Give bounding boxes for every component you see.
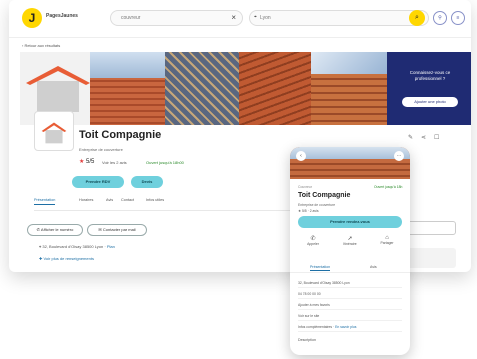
tab-presentation[interactable]: Présentation: [34, 198, 56, 205]
tab-contact[interactable]: Contact: [121, 198, 134, 202]
mobile-tabs: Présentation Avis: [290, 264, 410, 273]
mobile-preview: ‹ ⋯ Couvreur Ouvert jusqu'à 18h Toit Com…: [290, 147, 410, 355]
contact-mail-button[interactable]: ✉ Contacter par mail: [87, 224, 147, 236]
directions-icon: ➚: [347, 236, 353, 242]
mobile-extra-row[interactable]: Infos complémentaires · En savoir plus: [298, 323, 402, 332]
save-icon[interactable]: ☐: [434, 134, 439, 141]
screenshot: J PagesJaunes couvreur × ⌖ Lyon × ⌕ ⚲ ≡ …: [0, 0, 477, 359]
call-label: Appeler: [307, 242, 319, 246]
house-placeholder-icon: [26, 66, 90, 112]
mobile-photo-sky: [290, 147, 410, 159]
tabs-divider: [34, 210, 304, 211]
contact-mail-label: Contacter par mail: [102, 227, 136, 232]
top-bar: J PagesJaunes couvreur × ⌖ Lyon × ⌕ ⚲ ≡: [9, 0, 471, 38]
brand-name[interactable]: PagesJaunes: [46, 13, 78, 19]
mobile-phone-row[interactable]: 04 78 00 00 00: [298, 290, 402, 299]
where-search-input[interactable]: ⌖ Lyon ×: [249, 10, 429, 26]
book-button[interactable]: Prendre RDV: [72, 176, 124, 188]
logo-icon[interactable]: J: [22, 8, 42, 28]
mobile-website-row[interactable]: Voir sur le site: [298, 312, 402, 321]
mobile-back-icon[interactable]: ‹: [296, 151, 306, 161]
mobile-directions-action[interactable]: ➚ Itinéraire: [335, 235, 365, 246]
menu-button[interactable]: ≡: [451, 11, 465, 25]
account-button[interactable]: ⚲: [433, 11, 447, 25]
tab-info[interactable]: Infos utiles: [146, 198, 164, 202]
mobile-favorite-row[interactable]: Ajouter à mes favoris: [298, 301, 402, 310]
clear-what-icon[interactable]: ×: [231, 13, 236, 22]
show-number-button[interactable]: ✆ Afficher le numéro: [27, 224, 83, 236]
mobile-category: Entreprise de couverture: [298, 203, 336, 207]
location-pin-icon: ⌖: [254, 14, 257, 20]
mobile-address-row[interactable]: 32, Boulevard d'Oisay 38500 Lyon: [298, 279, 402, 288]
mobile-call-action[interactable]: ✆ Appeler: [298, 235, 328, 246]
address-line: ⌖ 32, Boulevard d'Oisay 38500 Lyon · Pla…: [39, 244, 115, 249]
quote-button[interactable]: Devis: [131, 176, 163, 188]
tab-reviews[interactable]: Avis: [106, 198, 113, 202]
mobile-share-action[interactable]: ⌂ Partager: [372, 235, 402, 245]
add-photo-button[interactable]: Ajouter une photo: [402, 97, 458, 107]
rating-max: /5: [89, 159, 95, 165]
what-search-input[interactable]: couvreur ×: [110, 10, 243, 26]
services-link[interactable]: Voir plus de renseignements: [43, 256, 93, 261]
mobile-share-icon[interactable]: ⋯: [394, 151, 404, 161]
rating: ★ 5/5: [79, 158, 94, 165]
mobile-rating[interactable]: ★ 5/5 · 2 avis: [298, 209, 319, 213]
business-category: Entreprise de couverture: [79, 147, 123, 152]
mobile-photo[interactable]: [290, 147, 410, 179]
map-link[interactable]: Plan: [107, 244, 115, 249]
opening-status: Ouvert jusqu'à 18h00: [146, 160, 184, 165]
mobile-tab-presentation[interactable]: Présentation: [310, 265, 331, 271]
promo-panel: Connaissez-vous ce professionnel ? Ajout…: [387, 52, 471, 125]
directions-label: Itinéraire: [343, 242, 357, 246]
mobile-open-tag: Ouvert jusqu'à 18h: [374, 185, 403, 189]
share-icon[interactable]: ⋖: [421, 134, 426, 141]
roof-photo-3[interactable]: [239, 52, 311, 125]
back-link[interactable]: ‹ Retour aux résultats: [22, 43, 60, 48]
what-value: couvreur: [121, 15, 141, 21]
star-icon: ★: [79, 159, 87, 165]
roof-photo-2[interactable]: [165, 52, 239, 125]
address-text: 32, Boulevard d'Oisay 38500 Lyon: [42, 244, 104, 249]
business-avatar: [34, 111, 74, 151]
share-action-label: Partager: [380, 241, 394, 245]
roof-photo-4-sky: [311, 52, 387, 74]
mobile-description-heading: Description: [298, 338, 316, 342]
business-name: Toit Compagnie: [79, 129, 162, 141]
desktop-tabs: Présentation Horaires Avis Contact Infos…: [34, 198, 309, 208]
show-number-label: Afficher le numéro: [40, 227, 74, 232]
mobile-business-name: Toit Compagnie: [298, 192, 351, 199]
promo-question: Connaissez-vous ce professionnel ?: [409, 70, 451, 81]
house-avatar-icon: [41, 122, 67, 144]
edit-icon[interactable]: ✎: [408, 134, 413, 141]
search-button[interactable]: ⌕: [409, 10, 425, 26]
roof-photo-1-sky: [90, 52, 165, 78]
reviews-link[interactable]: Voir les 2 avis: [102, 160, 127, 165]
mobile-extra-label: Infos complémentaires: [298, 325, 333, 329]
mobile-more-link[interactable]: En savoir plus: [335, 325, 356, 329]
mobile-book-button[interactable]: Prendre rendez-vous: [298, 216, 402, 228]
mobile-tab-reviews[interactable]: Avis: [370, 265, 377, 269]
mobile-category-tag: Couvreur: [298, 185, 312, 189]
where-value: Lyon: [260, 15, 271, 21]
call-icon: ✆: [310, 236, 316, 242]
services-line[interactable]: ✚ Voir plus de renseignements: [39, 256, 94, 261]
tab-hours[interactable]: Horaires: [79, 198, 93, 202]
